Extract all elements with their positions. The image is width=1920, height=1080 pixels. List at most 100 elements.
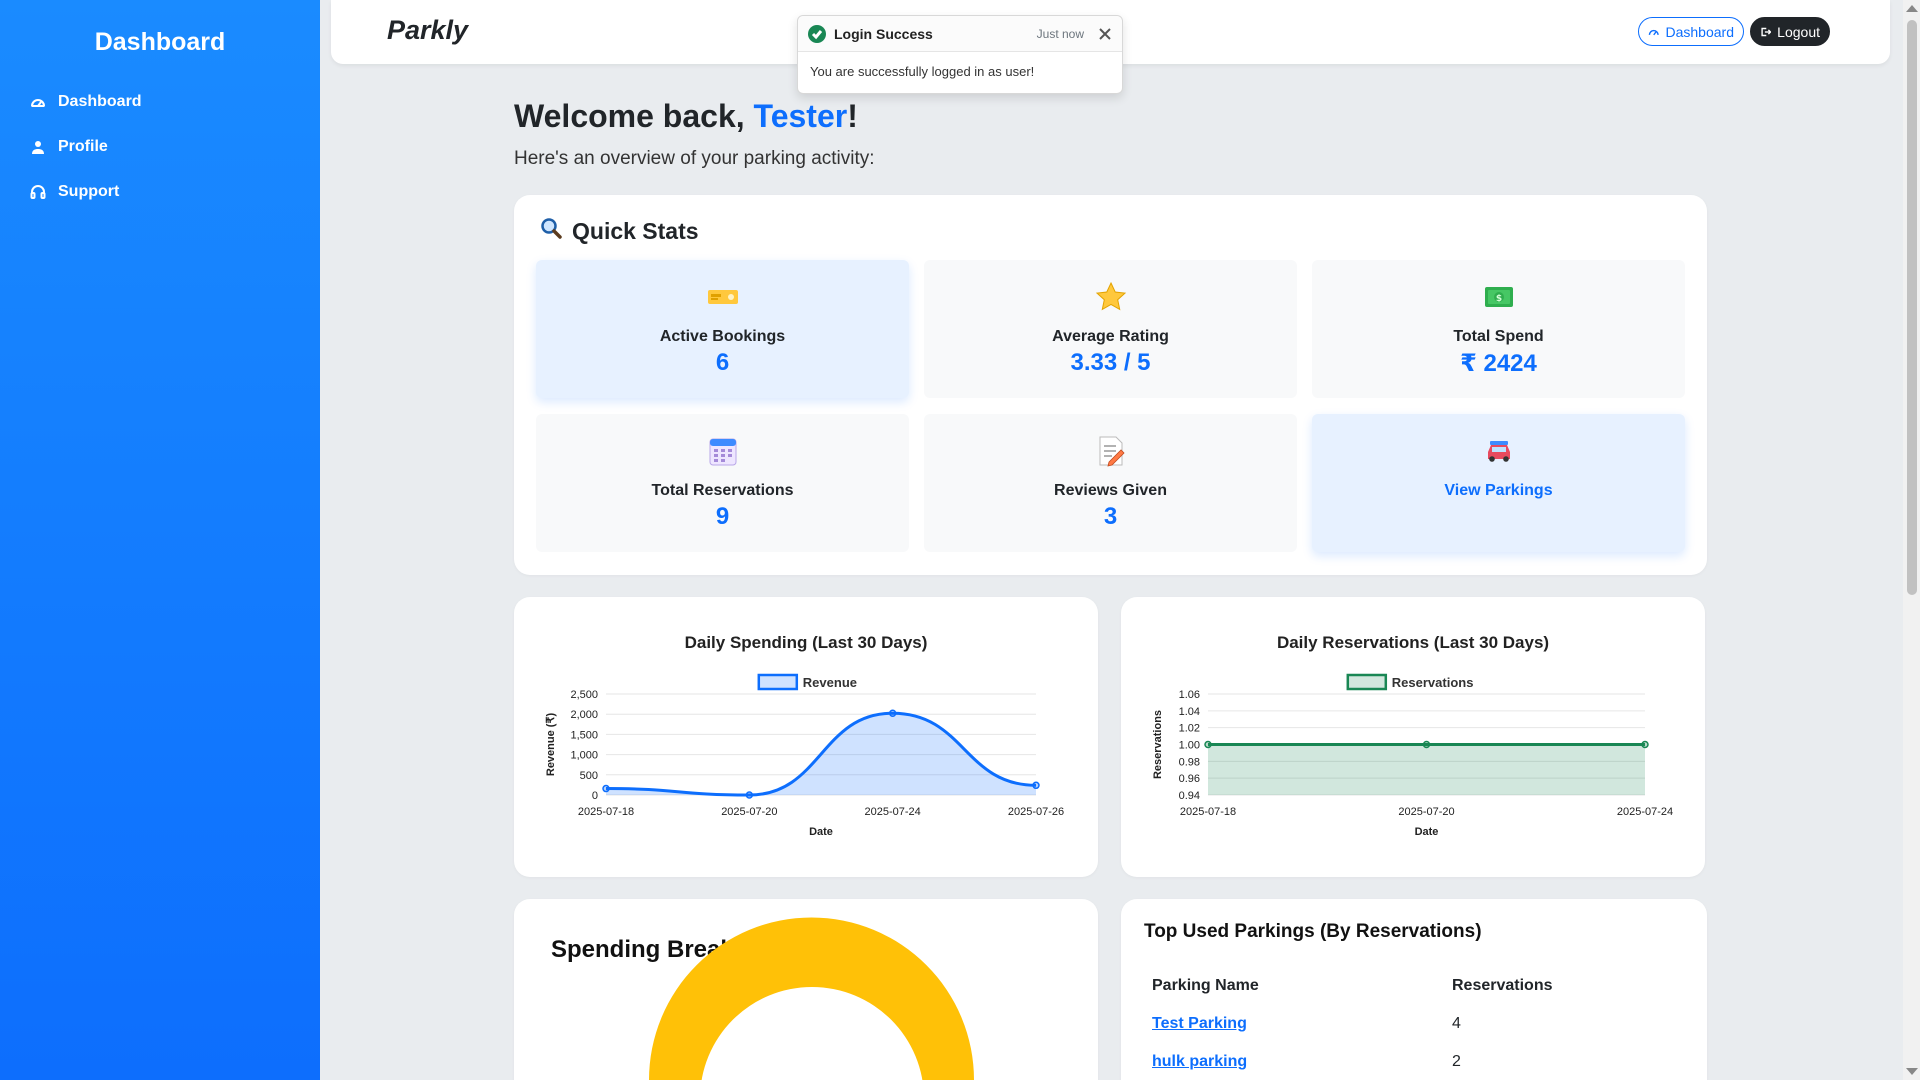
y-tick-label: 2,500 [570, 689, 598, 701]
x-tick-label: 2025-07-20 [721, 806, 777, 818]
stat-label: Reviews Given [1054, 482, 1167, 499]
x-tick-label: 2025-07-18 [1180, 806, 1236, 818]
toast-header: Login Success Just now [798, 16, 1122, 52]
daily-reservations-chart: Reservations 0.94 0.96 0.98 1.00 1.02 1.04 1.06… [1152, 673, 1673, 838]
data-point [1422, 740, 1431, 749]
scrollbar-thumb[interactable] [1907, 20, 1917, 595]
sidebar-item-label: Dashboard [58, 92, 142, 110]
stat-reviews-given: Reviews Given 3 [924, 414, 1297, 552]
stat-label: Average Rating [1052, 328, 1169, 345]
parking-name-cell: hulk parking [1144, 1043, 1444, 1080]
stat-value: 6 [715, 349, 730, 376]
stat-value: 3.33 / 5 [1070, 349, 1151, 376]
x-tick-label: 2025-07-26 [1008, 806, 1064, 818]
x-tick-label: 2025-07-24 [1617, 806, 1673, 818]
stat-value: 9 [715, 503, 730, 530]
table-row: hulk parking 2 [1144, 1043, 1684, 1080]
gauge-icon [31, 98, 45, 107]
stat-average-rating: Average Rating 3.33 / 5 [924, 260, 1297, 398]
stat-label: Total Spend [1453, 328, 1544, 345]
view-parkings-card[interactable]: View Parkings [1312, 414, 1685, 552]
logout-button[interactable]: Logout [1750, 17, 1830, 46]
login-toast: Login Success Just now You are successfu… [797, 15, 1123, 94]
car-icon [1312, 434, 1685, 468]
money-icon: $ [1312, 280, 1685, 314]
logout-button-label: Logout [1777, 23, 1820, 40]
person-icon [32, 140, 44, 154]
x-axis-label: Date [1415, 826, 1439, 838]
area-fill [1208, 744, 1645, 795]
data-point [1204, 740, 1212, 749]
welcome-subtitle: Here's an overview of your parking activ… [514, 148, 875, 169]
column-header: Parking Name [1152, 977, 1259, 994]
y-tick-label: 1.02 [1179, 723, 1200, 735]
y-tick-label: 1.00 [1179, 740, 1200, 752]
dashboard-button[interactable]: Dashboard [1638, 17, 1744, 46]
stat-active-bookings: Active Bookings 6 [536, 260, 909, 398]
x-tick-label: 2025-07-20 [1398, 806, 1454, 818]
calendar-icon [536, 434, 909, 468]
sidebar-item-support[interactable]: Support [0, 169, 320, 214]
daily-spending-chart: Revenue 0 500 1,000 1,500 2,000 2,500 2025-07-1… [545, 673, 1064, 838]
parking-link[interactable]: hulk parking [1152, 1053, 1247, 1070]
legend-label: Reservations [1392, 675, 1474, 690]
gauge-icon [1648, 29, 1659, 35]
sidebar-item-profile[interactable]: Profile [0, 124, 320, 169]
stat-value: 3 [1103, 503, 1118, 530]
daily-reservations-chart-card: Daily Reservations (Last 30 Days) Reserv… [1121, 597, 1705, 877]
view-parkings-link[interactable]: View Parkings [1312, 482, 1685, 500]
brand-logo[interactable]: Parkly [387, 15, 468, 46]
data-point [888, 709, 897, 717]
sidebar-item-label: Profile [58, 137, 108, 155]
scroll-up-icon[interactable] [1906, 5, 1918, 12]
quick-stats-card: Quick Stats Active Bookings 6 Average Ra… [514, 195, 1707, 575]
stat-total-spend: $ Total Spend ₹ 2424 [1312, 260, 1685, 398]
legend-swatch [757, 673, 799, 691]
stat-value: ₹ 2424 [1460, 350, 1537, 377]
y-tick-label: 0 [592, 790, 598, 802]
y-tick-label: 500 [580, 770, 598, 782]
check-circle-icon [808, 24, 826, 43]
sidebar-item-label: Support [58, 182, 120, 200]
stat-label: Active Bookings [659, 328, 786, 345]
quick-stats-title: Quick Stats [540, 217, 699, 245]
top-parkings-table: Parking Name Reservations Test Parking 4… [1144, 967, 1684, 1080]
stat-label: Total Reservations [651, 482, 794, 499]
sidebar-title: Dashboard [94, 28, 226, 56]
parking-name-cell: Test Parking [1144, 1005, 1444, 1043]
quick-stats-title-text: Quick Stats [572, 217, 699, 244]
top-parkings-title: Top Used Parkings (By Reservations) [1144, 921, 1482, 942]
magnifier-icon [540, 217, 562, 245]
legend-label: Revenue [803, 675, 857, 690]
spending-breakdown-card: Spending Breakdown [514, 899, 1098, 1080]
welcome-suffix: ! [847, 98, 858, 134]
sidebar: Dashboard Dashboard Profile Support [0, 0, 320, 1080]
parking-link[interactable]: Test Parking [1152, 1015, 1247, 1032]
table-header-row: Parking Name Reservations [1144, 967, 1684, 1005]
toast-time: Just now [1036, 26, 1084, 41]
column-header: Reservations [1452, 977, 1553, 994]
table-row: Test Parking 4 [1144, 1005, 1684, 1043]
spending-donut-chart [649, 917, 974, 1080]
star-icon [924, 280, 1297, 314]
sidebar-item-dashboard[interactable]: Dashboard [0, 79, 320, 124]
svg-text:$: $ [1495, 294, 1501, 304]
daily-spending-chart-card: Daily Spending (Last 30 Days) Revenue 0 50… [514, 597, 1098, 877]
legend-swatch [1346, 673, 1388, 691]
logout-icon [1761, 27, 1772, 36]
y-tick-label: 0.94 [1179, 790, 1200, 802]
scroll-down-icon[interactable] [1906, 1068, 1918, 1075]
user-name: Tester [753, 98, 848, 134]
toast-title: Login Success [834, 25, 933, 42]
page-scrollbar[interactable] [1903, 0, 1920, 1080]
data-point [1641, 740, 1649, 749]
data-point [1032, 781, 1040, 790]
y-axis-label: Reservations [1152, 710, 1164, 779]
dashboard-button-label: Dashboard [1665, 23, 1735, 40]
close-icon[interactable] [1098, 27, 1112, 41]
y-tick-label: 1,000 [570, 750, 598, 762]
donut-segment-yellow [649, 917, 974, 1080]
y-tick-label: 1.06 [1179, 689, 1200, 701]
y-tick-label: 2,000 [570, 709, 598, 721]
y-axis-label: Revenue (₹) [545, 713, 557, 777]
